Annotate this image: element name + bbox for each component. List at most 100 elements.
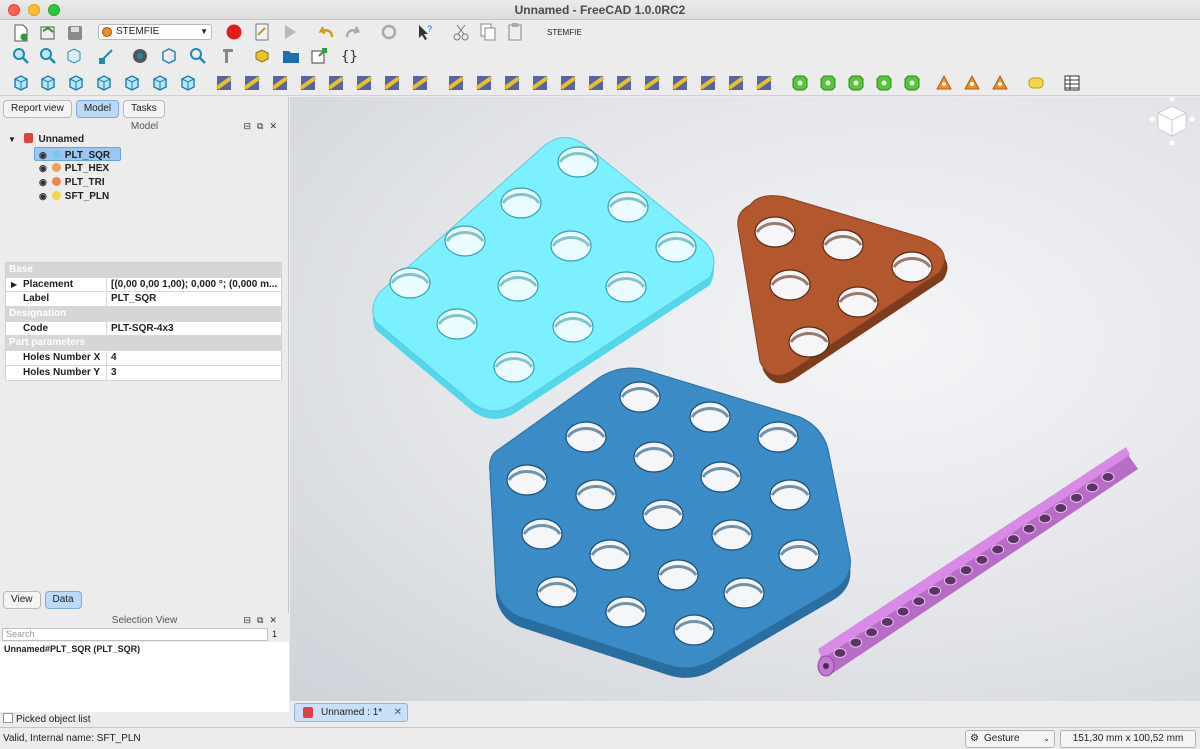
property-row-holes-y[interactable]: Holes Number Y 3 <box>6 365 281 381</box>
tree-item-plt-sqr[interactable]: ◉ PLT_SQR <box>34 147 121 161</box>
refresh-icon[interactable] <box>379 22 399 42</box>
view-cube-icon-6[interactable] <box>150 73 170 93</box>
beam-icon-7[interactable] <box>382 73 402 93</box>
shaft[interactable] <box>817 447 1138 677</box>
scene-canvas[interactable] <box>290 97 1200 701</box>
triangle-plate[interactable] <box>737 195 948 384</box>
chevron-right-icon[interactable]: ▶ <box>11 278 17 292</box>
workbench-selector[interactable]: STEMFIE ▼ <box>98 24 212 40</box>
view-cube-icon-7[interactable] <box>178 73 198 93</box>
variable-set-icon[interactable]: {} <box>339 46 359 66</box>
tree-root[interactable]: ▼ Unnamed <box>8 133 84 147</box>
view-cube-icon-2[interactable] <box>38 73 58 93</box>
fit-selection-icon[interactable] <box>38 46 58 66</box>
picked-object-list-checkbox[interactable]: Picked object list <box>3 713 90 725</box>
beam-icon-16[interactable] <box>642 73 662 93</box>
eye-icon[interactable]: ◉ <box>39 189 49 203</box>
beam-icon-8[interactable] <box>410 73 430 93</box>
copy-icon[interactable] <box>478 22 498 42</box>
measure-icon[interactable] <box>189 46 209 66</box>
part-icon <box>51 177 61 186</box>
std-views-icon[interactable] <box>65 46 85 66</box>
tab-model[interactable]: Model <box>75 100 120 118</box>
undo-icon[interactable] <box>316 22 336 42</box>
eye-icon[interactable]: ◉ <box>39 161 49 175</box>
fit-all-icon[interactable] <box>11 46 31 66</box>
beam-icon-11[interactable] <box>502 73 522 93</box>
document-tab[interactable]: Unnamed : 1* ✕ <box>294 703 408 722</box>
whats-this-icon[interactable]: ? <box>415 22 435 42</box>
tab-view[interactable]: View <box>3 591 41 609</box>
macro-editor-icon[interactable] <box>252 22 272 42</box>
beam-icon-18[interactable] <box>698 73 718 93</box>
beam-icon-20[interactable] <box>754 73 774 93</box>
hex-plate[interactable] <box>489 367 851 678</box>
open-file-icon[interactable] <box>38 23 58 43</box>
beam-icon-3[interactable] <box>270 73 290 93</box>
align-view-icon[interactable] <box>96 46 116 66</box>
view-cube-icon-1[interactable] <box>11 73 31 93</box>
view-cube-icon-4[interactable] <box>94 73 114 93</box>
beam-icon-1[interactable] <box>214 73 234 93</box>
navigation-style-button[interactable]: ⚙ Gesture ⌄ <box>965 730 1055 748</box>
eye-icon[interactable]: ◉ <box>39 148 49 162</box>
property-row-placement[interactable]: ▶ Placement [(0,00 0,00 1,00); 0,000 °; … <box>6 277 281 293</box>
tree-item-sft-pln[interactable]: ◉ SFT_PLN <box>39 189 109 203</box>
tree-item-plt-hex[interactable]: ◉ PLT_HEX <box>39 161 109 175</box>
plate-icon-2[interactable] <box>962 73 982 93</box>
property-row-code[interactable]: Code PLT-SQR-4x3 <box>6 321 281 337</box>
paste-icon[interactable] <box>505 22 525 42</box>
beam-icon-9[interactable] <box>446 73 466 93</box>
cut-icon[interactable] <box>451 22 471 42</box>
checkbox-icon[interactable] <box>3 713 13 723</box>
link-actions-icon[interactable] <box>310 46 330 66</box>
panel-controls[interactable]: ⊟⧉✕ <box>243 121 283 132</box>
tab-data[interactable]: Data <box>44 591 82 609</box>
list-item[interactable]: Unnamed#PLT_SQR (PLT_SQR) <box>4 644 285 654</box>
beam-icon-5[interactable] <box>326 73 346 93</box>
beam-icon-13[interactable] <box>558 73 578 93</box>
group-folder-icon[interactable] <box>281 46 301 66</box>
record-macro-button[interactable] <box>224 22 244 42</box>
beam-icon-10[interactable] <box>474 73 494 93</box>
view-cube-icon-5[interactable] <box>122 73 142 93</box>
navigation-cube[interactable] <box>1149 97 1195 146</box>
beam-icon-15[interactable] <box>614 73 634 93</box>
tab-tasks[interactable]: Tasks <box>123 100 165 118</box>
redo-icon[interactable] <box>343 22 363 42</box>
beam-icon-19[interactable] <box>726 73 746 93</box>
shaft-icon[interactable] <box>1026 73 1046 93</box>
beam-icon-4[interactable] <box>298 73 318 93</box>
close-icon[interactable]: ✕ <box>394 704 402 721</box>
tree-item-plt-tri[interactable]: ◉ PLT_TRI <box>39 175 105 189</box>
eye-icon[interactable]: ◉ <box>39 175 49 189</box>
plate-icon-1[interactable] <box>934 73 954 93</box>
document-icon <box>23 133 33 143</box>
connector-icon-3[interactable] <box>846 73 866 93</box>
property-row-label[interactable]: Label PLT_SQR <box>6 292 281 308</box>
caliper-icon[interactable] <box>218 46 238 66</box>
spreadsheet-icon[interactable] <box>1062 73 1082 93</box>
run-macro-icon[interactable] <box>280 22 300 42</box>
beam-icon-12[interactable] <box>530 73 550 93</box>
3d-viewport[interactable] <box>290 97 1200 701</box>
selection-search-input[interactable]: Search <box>2 628 268 641</box>
connector-icon-2[interactable] <box>818 73 838 93</box>
panel-controls[interactable]: ⊟⧉✕ <box>243 615 283 626</box>
beam-icon-17[interactable] <box>670 73 690 93</box>
bounding-box-icon[interactable] <box>160 46 180 66</box>
part-icon[interactable] <box>252 46 272 66</box>
tab-report-view[interactable]: Report view <box>3 100 72 118</box>
connector-icon-1[interactable] <box>790 73 810 93</box>
property-row-holes-x[interactable]: Holes Number X 4 <box>6 351 281 366</box>
connector-icon-5[interactable] <box>902 73 922 93</box>
connector-icon-4[interactable] <box>874 73 894 93</box>
view-cube-icon-3[interactable] <box>66 73 86 93</box>
beam-icon-2[interactable] <box>242 73 262 93</box>
new-file-icon[interactable] <box>11 23 31 43</box>
draw-style-icon[interactable] <box>131 46 151 66</box>
save-file-icon[interactable] <box>65 23 85 43</box>
beam-icon-6[interactable] <box>354 73 374 93</box>
beam-icon-14[interactable] <box>586 73 606 93</box>
plate-icon-3[interactable] <box>990 73 1010 93</box>
